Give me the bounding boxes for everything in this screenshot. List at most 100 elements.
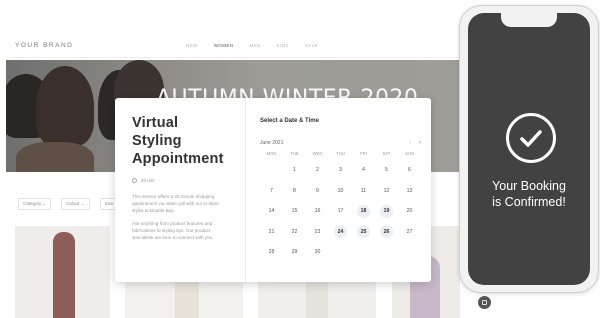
nav-item-new[interactable]: NEW (186, 43, 198, 48)
calendar-day[interactable]: 25 (352, 222, 375, 243)
calendar-day-number: 27 (406, 228, 413, 235)
calendar-day: 23 (306, 222, 329, 243)
calendar-day: 8 (283, 181, 306, 202)
calendar-day-number: 3 (339, 167, 342, 174)
calendar-day-number: 19 (380, 204, 393, 218)
description-paragraph: This service offers a 30 minute shopping… (132, 194, 219, 213)
calendar-day[interactable]: 19 (375, 201, 398, 222)
calendar-day-number: 26 (380, 225, 393, 239)
calendar-day: 14 (260, 201, 283, 222)
calendar-day-number: 7 (270, 187, 273, 194)
calendar-day: 29 (283, 242, 306, 263)
hero-model-shoulders (16, 142, 94, 172)
appointment-title-line: Virtual Styling (132, 115, 182, 149)
calendar-day-number: 24 (334, 225, 347, 239)
weekday-label: SUN (405, 151, 414, 156)
calendar-day: 15 (283, 201, 306, 222)
month-label: June 2021 (260, 140, 284, 146)
calendar-day: 16 (306, 201, 329, 222)
weekday-label: MON (266, 151, 277, 156)
calendar-day: 28 (260, 242, 283, 263)
calendar-day: 10 (329, 181, 352, 202)
calendar-day: 22 (283, 222, 306, 243)
phone-screen: Your Booking is Confirmed! (468, 13, 590, 285)
calendar-day-number: 9 (316, 187, 319, 194)
weekday-label: SAT (382, 151, 391, 156)
calendar-day: 3 (329, 160, 352, 181)
calendar-day-number: 10 (337, 187, 344, 194)
filter-colour[interactable]: Colour ⌄ (61, 198, 90, 210)
appointment-title: Virtual Styling Appointment (132, 114, 231, 168)
calendar-day-number: 13 (406, 187, 413, 194)
calendar-day: 9 (306, 181, 329, 202)
calendar-grid: 1 2 3 4 5 6 7 8 9 10 11 12 13 14 15 16 17 18 19 20 21 22 23 24 2… (260, 160, 421, 263)
weekday-header: MON TUE WED THU FRI SAT SUN (260, 151, 421, 156)
month-row: June 2021 ‹ › (260, 140, 421, 146)
filter-category[interactable]: Category ⌄ (18, 198, 52, 210)
calendar-day: 12 (375, 181, 398, 202)
chevron-right-icon[interactable]: › (419, 140, 421, 146)
calendar-day: 6 (398, 160, 421, 181)
dress-figure (53, 232, 75, 318)
month-nav: ‹ › (409, 140, 421, 146)
checkmark-icon (506, 113, 556, 163)
nav-item-kids[interactable]: KIDS (277, 43, 289, 48)
calendar-day: 20 (398, 201, 421, 222)
phone-mockup: Your Booking is Confirmed! (459, 5, 599, 293)
weekday-label: WED (312, 151, 323, 156)
calendar-day-number: 15 (291, 208, 298, 215)
calendar-day-number: 20 (406, 208, 413, 215)
calendar-day: 2 (306, 160, 329, 181)
calendar-day: 11 (352, 181, 375, 202)
description-paragraph: Ask anything from product features and f… (132, 221, 214, 240)
calendar-day-number: 21 (268, 228, 275, 235)
main-nav: NEW WOMEN MEN KIDS SALE (186, 43, 318, 48)
select-date-heading: Select a Date & Time (260, 118, 319, 124)
calendar-day: 21 (260, 222, 283, 243)
appointment-details: Virtual Styling Appointment 30 min This … (115, 98, 246, 282)
calendar-day-number: 23 (314, 228, 321, 235)
booking-confirmed-message: Your Booking is Confirmed! (468, 178, 590, 210)
weekday-label: FRI (360, 151, 367, 156)
product-image[interactable] (15, 226, 110, 318)
calendar-day[interactable]: 18 (352, 201, 375, 222)
filter-bar: Category ⌄ Colour ⌄ Size ⌄ (18, 198, 124, 210)
calendar-day: 5 (375, 160, 398, 181)
calendar-day-number: 2 (316, 167, 319, 174)
calendar-day-empty (260, 160, 283, 181)
weekday-label: THU (336, 151, 345, 156)
nav-item-sale[interactable]: SALE (305, 43, 318, 48)
calendar-day-number (265, 164, 278, 177)
calendar-day: 30 (306, 242, 329, 263)
appointment-title-line: Appointment (132, 151, 224, 167)
brand-logo[interactable]: YOUR BRAND (15, 42, 73, 49)
calendar-day-number: 30 (314, 249, 321, 256)
phone-notch (501, 13, 557, 27)
calendar-day: 17 (329, 201, 352, 222)
calendar-day-number: 16 (314, 208, 321, 215)
calendar-day[interactable]: 26 (375, 222, 398, 243)
calendar-day-number: 1 (293, 167, 296, 174)
calendar-day-number: 4 (362, 167, 365, 174)
calendar-day: 7 (260, 181, 283, 202)
nav-item-women[interactable]: WOMEN (214, 43, 234, 48)
calendar-day: 27 (398, 222, 421, 243)
confirm-line: is Confirmed! (492, 195, 566, 209)
calendar-day-number: 17 (337, 208, 344, 215)
calendar-day: 4 (352, 160, 375, 181)
calendar-day-number: 28 (268, 249, 275, 256)
calendar-day-number: 18 (357, 204, 370, 218)
calendar-day-number: 25 (357, 225, 370, 239)
clock-icon (132, 178, 137, 183)
app-badge-icon[interactable] (478, 296, 491, 309)
calendar-day-number: 14 (268, 208, 275, 215)
calendar-day-number: 29 (291, 249, 298, 256)
calendar-day-number: 22 (291, 228, 298, 235)
chevron-left-icon[interactable]: ‹ (409, 140, 411, 146)
calendar-day-number: 8 (293, 187, 296, 194)
weekday-label: TUE (290, 151, 299, 156)
nav-item-men[interactable]: MEN (249, 43, 260, 48)
calendar-day-number: 5 (385, 167, 388, 174)
calendar-day[interactable]: 24 (329, 222, 352, 243)
nav-divider (10, 57, 460, 58)
